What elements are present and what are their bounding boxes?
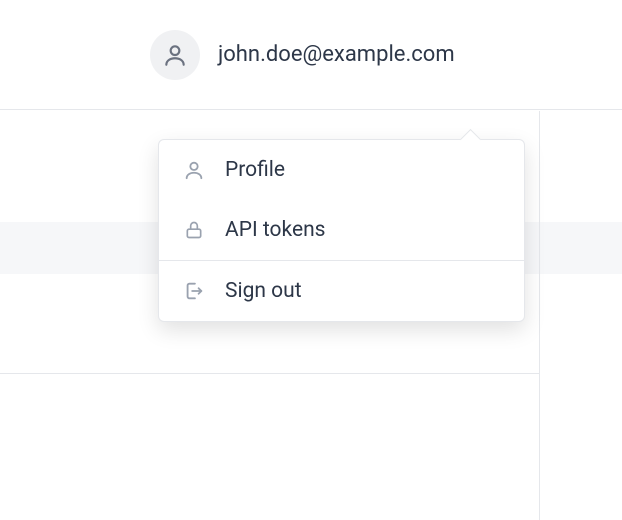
- user-icon: [183, 159, 205, 181]
- sign-out-icon: [183, 280, 205, 302]
- user-dropdown-menu: Profile API tokens Sign out: [158, 139, 525, 322]
- user-icon: [162, 42, 188, 68]
- menu-item-sign-out[interactable]: Sign out: [159, 261, 524, 321]
- menu-item-label: Sign out: [225, 279, 302, 303]
- menu-item-label: API tokens: [225, 218, 326, 242]
- header-bar: john.doe@example.com: [0, 0, 622, 110]
- background-divider: [0, 373, 540, 374]
- panel-edge: [539, 111, 540, 520]
- menu-item-profile[interactable]: Profile: [159, 140, 524, 200]
- lock-icon: [183, 219, 205, 241]
- menu-item-api-tokens[interactable]: API tokens: [159, 200, 524, 260]
- user-email[interactable]: john.doe@example.com: [218, 42, 455, 67]
- menu-item-label: Profile: [225, 158, 285, 182]
- user-avatar[interactable]: [150, 30, 200, 80]
